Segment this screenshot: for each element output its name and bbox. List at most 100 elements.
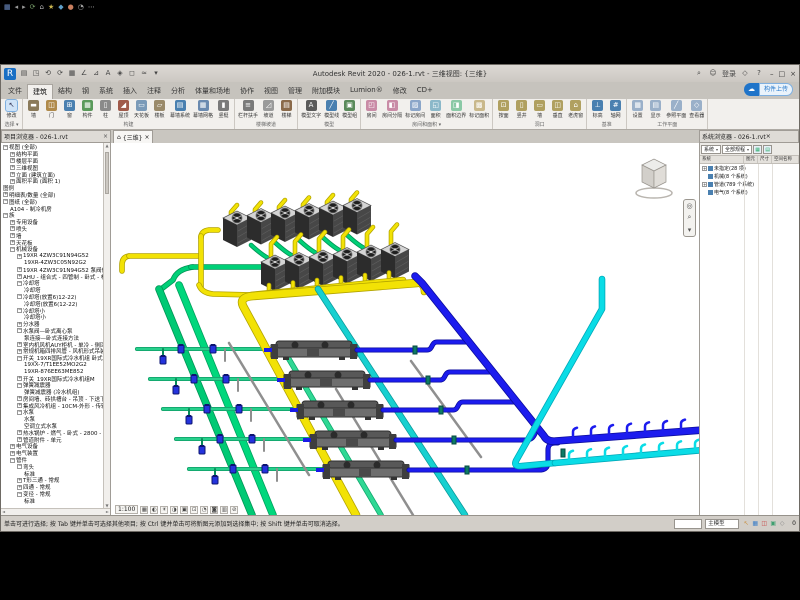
temporary-view-properties-icon[interactable]: ▥ bbox=[220, 506, 228, 514]
star-icon[interactable]: ★ bbox=[48, 3, 54, 12]
tree-expander[interactable]: + bbox=[702, 182, 707, 187]
navbar-expand-icon[interactable]: ▾ bbox=[688, 226, 692, 234]
select-links-icon[interactable]: ↖ bbox=[742, 520, 750, 528]
view-tab[interactable]: ⌂ {三维} × bbox=[113, 130, 153, 143]
ribbon-button[interactable]: ▨标记房间 bbox=[404, 100, 426, 122]
system-row[interactable]: 机械(8 个系统) bbox=[700, 172, 799, 180]
ribbon-button[interactable]: ▦设置 bbox=[629, 100, 646, 122]
select-underlay-icon[interactable]: ▦ bbox=[751, 520, 759, 528]
tree-row[interactable]: −机械设备 bbox=[1, 246, 103, 253]
ribbon-button[interactable]: ▩标记面积 bbox=[468, 100, 490, 122]
ribbon-tab[interactable]: 分析 bbox=[166, 84, 190, 99]
tree-row[interactable]: +AHU - 组合式 - 四管制 - 卧式 - 标准 - 2000 - 10..… bbox=[1, 273, 103, 280]
temporary-hide-isolate-icon[interactable]: ◔ bbox=[200, 506, 208, 514]
ribbon-button[interactable]: #轴网 bbox=[607, 100, 624, 122]
tree-expander[interactable]: + bbox=[10, 179, 15, 184]
ribbon-button[interactable]: ▮竖梃 bbox=[215, 100, 232, 122]
tree-expander[interactable]: + bbox=[17, 403, 22, 408]
ribbon-tab[interactable]: 视图 bbox=[259, 84, 283, 99]
tree-row[interactable]: 19XX-7/T1EE52MO2G2 bbox=[1, 362, 103, 369]
constraints-icon[interactable]: ⊘ bbox=[230, 506, 238, 514]
ribbon-button[interactable]: ╱参照平面 bbox=[665, 100, 687, 122]
tree-expander[interactable]: + bbox=[10, 451, 15, 456]
tree-row[interactable]: A104 - 制冷机房 bbox=[1, 205, 103, 212]
ribbon-button[interactable]: ▭天花板 bbox=[133, 100, 150, 122]
search-icon[interactable]: ⌕ bbox=[694, 68, 704, 79]
ribbon-tab[interactable]: 协作 bbox=[235, 84, 259, 99]
ribbon-button[interactable]: ◧房间分隔 bbox=[381, 100, 403, 122]
ribbon-button[interactable]: ⊥标高 bbox=[589, 100, 606, 122]
steering-wheel-icon[interactable]: ◎ bbox=[686, 202, 692, 210]
restore-icon[interactable]: □ bbox=[779, 70, 786, 78]
ribbon-tab[interactable]: 修改 bbox=[388, 84, 412, 99]
design-option-box[interactable]: 主模型 bbox=[705, 519, 739, 529]
tree-expander[interactable]: + bbox=[10, 152, 15, 157]
tree-expander[interactable]: + bbox=[17, 267, 22, 272]
back-icon[interactable]: ◂ bbox=[15, 3, 19, 12]
system-row[interactable]: +未指定(28 项) bbox=[700, 164, 799, 172]
tree-row[interactable]: +面积平面 (面积 1) bbox=[1, 178, 103, 185]
tree-row[interactable]: −开关_19XR国际式冷水机组 卧式出管 bbox=[1, 355, 103, 362]
tree-expander[interactable]: + bbox=[17, 342, 22, 347]
view-by-dropdown[interactable]: 系统▾ bbox=[701, 145, 721, 154]
tree-expander[interactable]: + bbox=[702, 166, 707, 171]
tree-expander[interactable]: + bbox=[17, 349, 22, 354]
reveal-hidden-icon[interactable]: ◙ bbox=[210, 506, 218, 514]
shadows-icon[interactable]: ◑ bbox=[170, 506, 178, 514]
ribbon-button[interactable]: ◨面积边界 bbox=[445, 100, 467, 122]
ribbon-tab[interactable]: 建筑 bbox=[27, 84, 53, 99]
communication-icon[interactable]: ◇ bbox=[740, 68, 750, 79]
tree-expander[interactable]: − bbox=[17, 383, 22, 388]
tree-row[interactable]: +19XR 4ZW3C91N94G52 bbox=[1, 253, 103, 260]
tree-row[interactable]: +集成风冷机组 - 10CM-外形 - 传输器 - 100-175-CN bbox=[1, 402, 103, 409]
select-by-face-icon[interactable]: ▣ bbox=[769, 520, 777, 528]
close-icon[interactable]: × bbox=[766, 133, 771, 140]
tree-expander[interactable]: + bbox=[10, 226, 15, 231]
tree-expander[interactable]: + bbox=[10, 233, 15, 238]
print-icon[interactable]: ▦ bbox=[67, 68, 77, 79]
ribbon-tab[interactable]: 体量和场地 bbox=[190, 84, 235, 99]
tree-expander[interactable]: − bbox=[17, 410, 22, 415]
ribbon-button[interactable]: ▤楼梯 bbox=[278, 100, 295, 122]
close-icon[interactable]: × bbox=[103, 133, 108, 140]
ribbon-button[interactable]: ◫垂直 bbox=[549, 100, 566, 122]
tree-expander[interactable]: + bbox=[17, 430, 22, 435]
horizontal-scrollbar[interactable]: ◄► bbox=[1, 508, 110, 515]
cloud-upload-button[interactable]: ☁ 构件上传 bbox=[744, 83, 793, 96]
more-icon[interactable]: ⋯ bbox=[88, 3, 95, 12]
tree-row[interactable]: 标准 bbox=[1, 497, 103, 504]
tree-expander[interactable]: + bbox=[10, 444, 15, 449]
crop-view-icon[interactable]: ▣ bbox=[180, 506, 188, 514]
ribbon-tab[interactable]: 注释 bbox=[142, 84, 166, 99]
drawing-area[interactable]: ◎⌕▾ 1:100 ▦◐☀◑▣⊡◔◙▥⊘ bbox=[111, 143, 699, 515]
section-icon[interactable]: ◻ bbox=[127, 68, 137, 79]
ribbon-tab[interactable]: 管理 bbox=[283, 84, 307, 99]
grid-icon[interactable]: ▦ bbox=[4, 3, 11, 12]
tree-expander[interactable]: + bbox=[17, 437, 22, 442]
close-icon[interactable]: × bbox=[144, 134, 149, 141]
tree-expander[interactable]: − bbox=[17, 464, 22, 469]
ribbon-tab[interactable]: 文件 bbox=[3, 84, 27, 99]
scale-button[interactable]: 1:100 bbox=[115, 505, 138, 514]
sign-in-label[interactable]: 登录 bbox=[722, 69, 736, 79]
clock-icon[interactable]: ◔ bbox=[78, 3, 84, 12]
tree-row[interactable]: +T形三通 - 常规 bbox=[1, 477, 103, 484]
tree-expander[interactable]: + bbox=[10, 165, 15, 170]
help-icon[interactable]: ? bbox=[754, 68, 764, 79]
ribbon-tab[interactable]: 钢 bbox=[77, 84, 94, 99]
ribbon-button[interactable]: ◿坡道 bbox=[260, 100, 277, 122]
tree-row[interactable]: −变径 - 常规 bbox=[1, 491, 103, 498]
tree-expander[interactable]: + bbox=[17, 485, 22, 490]
user-icon[interactable]: ● bbox=[68, 3, 74, 12]
shield-icon[interactable]: ◆ bbox=[58, 3, 63, 12]
ribbon-button[interactable]: ▱楼板 bbox=[151, 100, 168, 122]
tree-expander[interactable]: + bbox=[17, 376, 22, 381]
tree-expander[interactable]: − bbox=[10, 247, 15, 252]
vertical-scrollbar[interactable]: ▲▼ bbox=[103, 143, 110, 508]
text-icon[interactable]: A bbox=[103, 68, 113, 79]
drag-on-selection-icon[interactable]: ◇ bbox=[778, 520, 786, 528]
tree-expander[interactable]: + bbox=[10, 220, 15, 225]
detail-level-icon[interactable]: ▦ bbox=[140, 506, 148, 514]
ribbon-button[interactable]: ▯竖井 bbox=[513, 100, 530, 122]
ribbon-button[interactable]: ◢屋顶 bbox=[115, 100, 132, 122]
